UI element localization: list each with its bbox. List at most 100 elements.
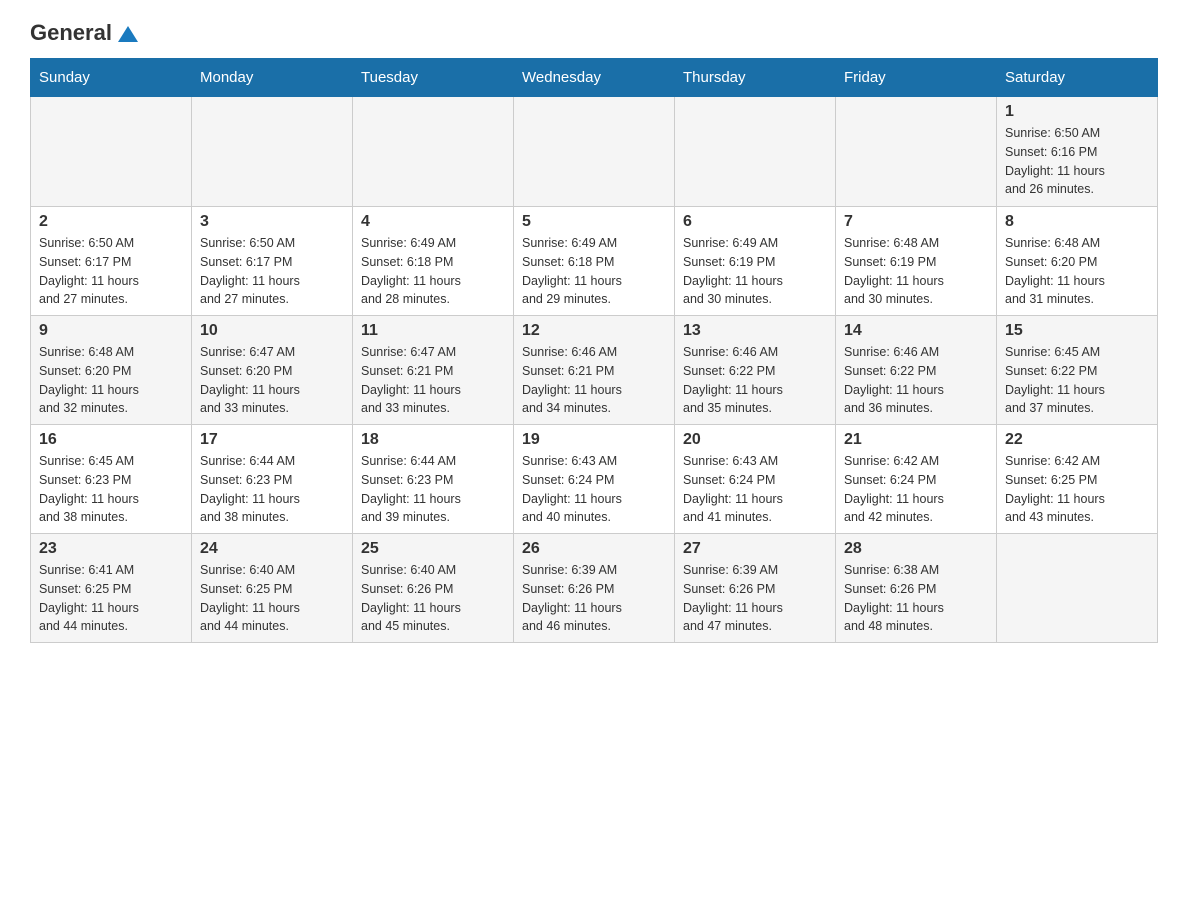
day-info: Sunrise: 6:48 AM Sunset: 6:20 PM Dayligh…: [1005, 234, 1149, 309]
day-info: Sunrise: 6:46 AM Sunset: 6:22 PM Dayligh…: [683, 343, 827, 418]
day-info: Sunrise: 6:49 AM Sunset: 6:19 PM Dayligh…: [683, 234, 827, 309]
day-info: Sunrise: 6:42 AM Sunset: 6:24 PM Dayligh…: [844, 452, 988, 527]
calendar-header: SundayMondayTuesdayWednesdayThursdayFrid…: [31, 59, 1158, 97]
day-number: 7: [844, 213, 988, 231]
calendar-day-11: 11 Sunrise: 6:47 AM Sunset: 6:21 PM Dayli…: [353, 316, 514, 425]
calendar-day-21: 21 Sunrise: 6:42 AM Sunset: 6:24 PM Dayli…: [836, 425, 997, 534]
weekday-header-thursday: Thursday: [675, 59, 836, 97]
day-number: 4: [361, 213, 505, 231]
calendar-day-6: 6 Sunrise: 6:49 AM Sunset: 6:19 PM Daylig…: [675, 207, 836, 316]
calendar-week-row: 2 Sunrise: 6:50 AM Sunset: 6:17 PM Daylig…: [31, 207, 1158, 316]
weekday-header-friday: Friday: [836, 59, 997, 97]
day-number: 27: [683, 540, 827, 558]
day-info: Sunrise: 6:50 AM Sunset: 6:17 PM Dayligh…: [200, 234, 344, 309]
day-info: Sunrise: 6:49 AM Sunset: 6:18 PM Dayligh…: [361, 234, 505, 309]
calendar-day-27: 27 Sunrise: 6:39 AM Sunset: 6:26 PM Dayli…: [675, 534, 836, 643]
calendar-day-22: 22Sunrise: 6:42 AM Sunset: 6:25 PM Dayli…: [997, 425, 1158, 534]
calendar-day-25: 25Sunrise: 6:40 AM Sunset: 6:26 PM Dayli…: [353, 534, 514, 643]
calendar-day-empty: [353, 97, 514, 207]
day-info: Sunrise: 6:45 AM Sunset: 6:22 PM Dayligh…: [1005, 343, 1149, 418]
day-info: Sunrise: 6:41 AM Sunset: 6:25 PM Dayligh…: [39, 561, 183, 636]
day-number: 11: [361, 322, 505, 340]
calendar-body: 1 Sunrise: 6:50 AM Sunset: 6:16 PM Daylig…: [31, 97, 1158, 643]
calendar-day-empty: [514, 97, 675, 207]
calendar-day-9: 9 Sunrise: 6:48 AM Sunset: 6:20 PM Daylig…: [31, 316, 192, 425]
day-info: Sunrise: 6:39 AM Sunset: 6:26 PM Dayligh…: [522, 561, 666, 636]
calendar-day-empty: [192, 97, 353, 207]
day-number: 18: [361, 431, 505, 449]
calendar-day-3: 3 Sunrise: 6:50 AM Sunset: 6:17 PM Daylig…: [192, 207, 353, 316]
day-info: Sunrise: 6:48 AM Sunset: 6:20 PM Dayligh…: [39, 343, 183, 418]
calendar-day-empty: [997, 534, 1158, 643]
calendar-week-row: 9 Sunrise: 6:48 AM Sunset: 6:20 PM Daylig…: [31, 316, 1158, 425]
day-info: Sunrise: 6:40 AM Sunset: 6:25 PM Dayligh…: [200, 561, 344, 636]
day-number: 1: [1005, 103, 1149, 121]
day-info: Sunrise: 6:47 AM Sunset: 6:20 PM Dayligh…: [200, 343, 344, 418]
day-info: Sunrise: 6:44 AM Sunset: 6:23 PM Dayligh…: [200, 452, 344, 527]
day-number: 21: [844, 431, 988, 449]
day-number: 13: [683, 322, 827, 340]
day-info: Sunrise: 6:46 AM Sunset: 6:21 PM Dayligh…: [522, 343, 666, 418]
calendar-day-empty: [836, 97, 997, 207]
day-number: 19: [522, 431, 666, 449]
page-header: General: [30, 20, 1158, 48]
day-info: Sunrise: 6:39 AM Sunset: 6:26 PM Dayligh…: [683, 561, 827, 636]
calendar-day-14: 14Sunrise: 6:46 AM Sunset: 6:22 PM Dayli…: [836, 316, 997, 425]
day-number: 3: [200, 213, 344, 231]
day-number: 10: [200, 322, 344, 340]
calendar-day-empty: [31, 97, 192, 207]
day-number: 17: [200, 431, 344, 449]
day-number: 14: [844, 322, 988, 340]
calendar-day-empty: [675, 97, 836, 207]
day-info: Sunrise: 6:45 AM Sunset: 6:23 PM Dayligh…: [39, 452, 183, 527]
calendar-week-row: 1 Sunrise: 6:50 AM Sunset: 6:16 PM Daylig…: [31, 97, 1158, 207]
calendar-day-20: 20 Sunrise: 6:43 AM Sunset: 6:24 PM Dayli…: [675, 425, 836, 534]
day-info: Sunrise: 6:43 AM Sunset: 6:24 PM Dayligh…: [522, 452, 666, 527]
day-number: 23: [39, 540, 183, 558]
calendar-day-7: 7 Sunrise: 6:48 AM Sunset: 6:19 PM Daylig…: [836, 207, 997, 316]
day-info: Sunrise: 6:50 AM Sunset: 6:16 PM Dayligh…: [1005, 124, 1149, 199]
calendar-day-23: 23 Sunrise: 6:41 AM Sunset: 6:25 PM Dayli…: [31, 534, 192, 643]
day-number: 26: [522, 540, 666, 558]
calendar-day-19: 19 Sunrise: 6:43 AM Sunset: 6:24 PM Dayli…: [514, 425, 675, 534]
calendar-day-10: 10 Sunrise: 6:47 AM Sunset: 6:20 PM Dayli…: [192, 316, 353, 425]
calendar-week-row: 23 Sunrise: 6:41 AM Sunset: 6:25 PM Dayli…: [31, 534, 1158, 643]
day-number: 12: [522, 322, 666, 340]
day-number: 20: [683, 431, 827, 449]
calendar-day-16: 16 Sunrise: 6:45 AM Sunset: 6:23 PM Dayli…: [31, 425, 192, 534]
day-number: 5: [522, 213, 666, 231]
calendar-day-8: 8 Sunrise: 6:48 AM Sunset: 6:20 PM Daylig…: [997, 207, 1158, 316]
day-number: 24: [200, 540, 344, 558]
day-number: 22: [1005, 431, 1149, 449]
calendar-day-15: 15 Sunrise: 6:45 AM Sunset: 6:22 PM Dayli…: [997, 316, 1158, 425]
day-info: Sunrise: 6:47 AM Sunset: 6:21 PM Dayligh…: [361, 343, 505, 418]
weekday-header-wednesday: Wednesday: [514, 59, 675, 97]
day-info: Sunrise: 6:40 AM Sunset: 6:26 PM Dayligh…: [361, 561, 505, 636]
day-info: Sunrise: 6:44 AM Sunset: 6:23 PM Dayligh…: [361, 452, 505, 527]
day-number: 2: [39, 213, 183, 231]
day-info: Sunrise: 6:43 AM Sunset: 6:24 PM Dayligh…: [683, 452, 827, 527]
calendar-day-24: 24 Sunrise: 6:40 AM Sunset: 6:25 PM Dayli…: [192, 534, 353, 643]
day-number: 8: [1005, 213, 1149, 231]
calendar-day-12: 12 Sunrise: 6:46 AM Sunset: 6:21 PM Dayli…: [514, 316, 675, 425]
day-info: Sunrise: 6:50 AM Sunset: 6:17 PM Dayligh…: [39, 234, 183, 309]
day-info: Sunrise: 6:38 AM Sunset: 6:26 PM Dayligh…: [844, 561, 988, 636]
day-number: 16: [39, 431, 183, 449]
day-info: Sunrise: 6:49 AM Sunset: 6:18 PM Dayligh…: [522, 234, 666, 309]
day-number: 9: [39, 322, 183, 340]
weekday-header-sunday: Sunday: [31, 59, 192, 97]
calendar-day-5: 5 Sunrise: 6:49 AM Sunset: 6:18 PM Daylig…: [514, 207, 675, 316]
calendar-day-28: 28Sunrise: 6:38 AM Sunset: 6:26 PM Dayli…: [836, 534, 997, 643]
calendar-day-26: 26 Sunrise: 6:39 AM Sunset: 6:26 PM Dayli…: [514, 534, 675, 643]
calendar-day-17: 17 Sunrise: 6:44 AM Sunset: 6:23 PM Dayli…: [192, 425, 353, 534]
weekday-header-monday: Monday: [192, 59, 353, 97]
day-number: 15: [1005, 322, 1149, 340]
logo: General: [30, 20, 142, 48]
calendar-day-18: 18 Sunrise: 6:44 AM Sunset: 6:23 PM Dayli…: [353, 425, 514, 534]
day-number: 6: [683, 213, 827, 231]
logo-triangle-icon: [114, 20, 142, 48]
weekday-header-row: SundayMondayTuesdayWednesdayThursdayFrid…: [31, 59, 1158, 97]
calendar-day-4: 4 Sunrise: 6:49 AM Sunset: 6:18 PM Daylig…: [353, 207, 514, 316]
calendar-day-13: 13 Sunrise: 6:46 AM Sunset: 6:22 PM Dayli…: [675, 316, 836, 425]
day-info: Sunrise: 6:48 AM Sunset: 6:19 PM Dayligh…: [844, 234, 988, 309]
